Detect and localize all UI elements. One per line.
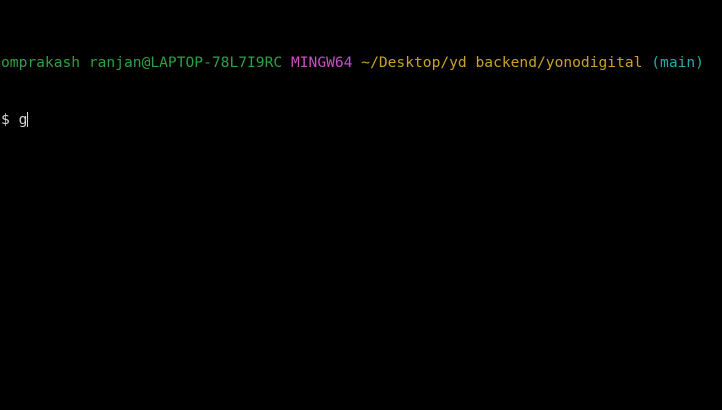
command-text[interactable]: g bbox=[19, 111, 28, 128]
system-name: MINGW64 bbox=[290, 54, 353, 71]
prompt-symbol: $ bbox=[1, 111, 10, 128]
text-cursor bbox=[27, 112, 29, 127]
command-input-line[interactable]: $ g bbox=[1, 110, 722, 129]
user-host: omprakash ranjan@LAPTOP-78L7I9RC bbox=[1, 54, 283, 71]
terminal-window[interactable]: omprakash ranjan@LAPTOP-78L7I9RC MINGW64… bbox=[0, 0, 722, 410]
current-path: ~/Desktop/yd backend/yonodigital bbox=[361, 54, 643, 71]
git-branch: (main) bbox=[651, 54, 704, 71]
prompt-line: omprakash ranjan@LAPTOP-78L7I9RC MINGW64… bbox=[1, 53, 722, 72]
